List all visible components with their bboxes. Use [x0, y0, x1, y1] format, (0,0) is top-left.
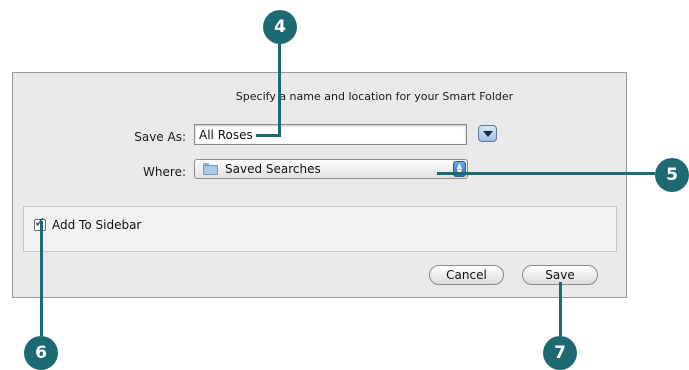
- dialog-instruction: Specify a name and location for your Sma…: [235, 90, 514, 103]
- callout-badge-6: 6: [24, 336, 58, 370]
- callout-6-line: [40, 221, 43, 336]
- callout-4-line: [278, 44, 281, 137]
- callout-badge-5: 5: [655, 158, 689, 192]
- disclosure-triangle-icon: [482, 130, 493, 137]
- save-as-label: Save As:: [134, 130, 186, 144]
- save-as-input[interactable]: [194, 124, 467, 145]
- where-label: Where:: [143, 165, 186, 179]
- callout-7-line: [559, 282, 562, 336]
- expand-dialog-button[interactable]: [478, 125, 497, 142]
- where-value: Saved Searches: [225, 162, 321, 176]
- add-to-sidebar-label[interactable]: Add To Sidebar: [52, 218, 141, 232]
- folder-icon: [203, 163, 218, 175]
- callout-5-line: [437, 172, 655, 175]
- callout-4-line-tick: [256, 134, 281, 137]
- save-smart-folder-dialog: Specify a name and location for your Sma…: [12, 72, 627, 298]
- cancel-button[interactable]: Cancel: [429, 265, 504, 285]
- where-popup[interactable]: Saved Searches ▲▼: [194, 159, 468, 179]
- callout-badge-7: 7: [543, 336, 577, 370]
- sidebar-option-box: ✓ Add To Sidebar: [23, 206, 617, 252]
- callout-badge-4: 4: [263, 10, 297, 44]
